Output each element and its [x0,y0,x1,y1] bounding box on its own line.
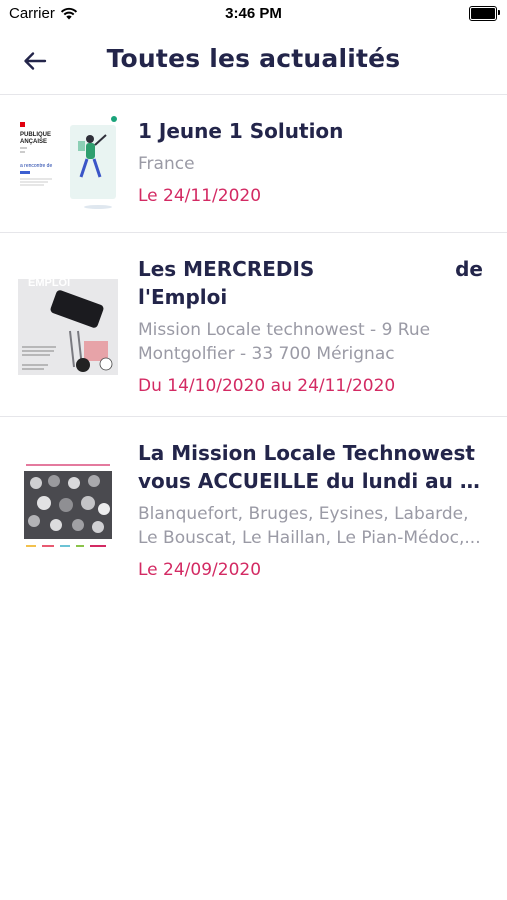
news-location: France [138,154,195,174]
news-title-line: La Mission Locale Technowest [138,441,475,465]
news-thumbnail [18,459,118,559]
news-date: Le 24/11/2020 [138,186,262,206]
news-text: 1 Jeune 1 Solution France Le 24/11/2020 [138,117,483,208]
thumb-text: EMPLOI [28,277,70,289]
news-location-line: Mission Locale technowest - 9 Rue [138,320,431,340]
page-title: Toutes les actualités [106,44,401,73]
news-thumbnail-image: PUBLIQUE ANÇAISE a rencontre de [18,115,118,215]
news-text: Les MERCREDIS de l'Emploi Mission Locale… [138,255,483,398]
news-thumbnail: PUBLIQUE ANÇAISE a rencontre de [18,115,118,215]
news-title-line: vous ACCUEILLE du lundi au ve... [138,469,483,493]
news-title-part: de [455,257,483,281]
news-title: 1 Jeune 1 Solution [138,119,344,143]
news-date: Du 14/10/2020 au 24/11/2020 [138,376,396,396]
status-time: 3:46 PM [225,5,282,22]
news-thumbnail-image [18,459,118,559]
battery-icon [469,6,500,21]
news-text: La Mission Locale Technowest vous ACCUEI… [138,439,483,582]
news-item[interactable]: La Mission Locale Technowest vous ACCUEI… [0,417,507,601]
news-location-line: Montgolfier - 33 700 Mérignac [138,344,395,364]
news-title: Les MERCREDIS de [138,255,483,283]
news-thumbnail: EMPLOI [18,275,118,375]
news-list: PUBLIQUE ANÇAISE a rencontre de 1 Jeune … [0,95,507,601]
thumb-text: PUBLIQUE [20,132,51,138]
status-bar: Carrier 3:46 PM [0,0,507,28]
news-location-line: Le Bouscat, Le Haillan, Le Pian-Médoc,..… [138,528,481,548]
news-thumbnail-image: EMPLOI [18,275,118,375]
news-item[interactable]: EMPLOI Les MERCREDIS de l'Emploi Mission… [0,233,507,417]
news-title-part: Les MERCREDIS [138,257,315,281]
news-date: Le 24/09/2020 [138,560,262,580]
news-location: Blanquefort, Bruges, Eysines, Labarde, L… [138,502,483,550]
navigation-bar: Toutes les actualités [0,28,507,95]
news-item[interactable]: PUBLIQUE ANÇAISE a rencontre de 1 Jeune … [0,95,507,233]
thumb-text: a rencontre de [20,163,52,169]
thumb-text: ANÇAISE [20,139,47,145]
news-location-line: Blanquefort, Bruges, Eysines, Labarde, [138,504,469,524]
news-title-line: l'Emploi [138,285,228,309]
news-location: Mission Locale technowest - 9 Rue Montgo… [138,318,483,366]
